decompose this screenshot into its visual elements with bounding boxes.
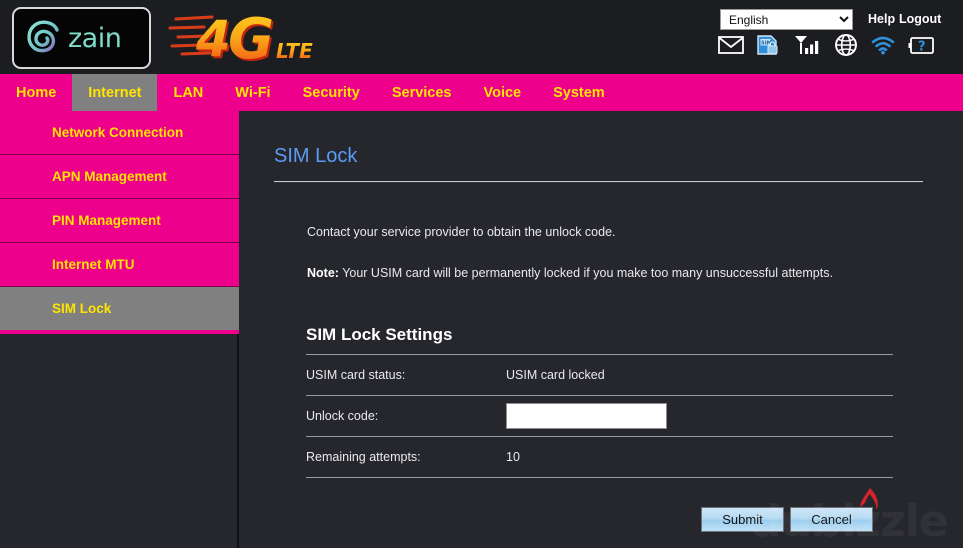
nav-item-security[interactable]: Security xyxy=(287,74,376,111)
4g-lte-logo: 4 4 G G LTE xyxy=(168,7,313,68)
main-content: SIM Lock Contact your service provider t… xyxy=(241,111,963,548)
language-select[interactable]: English xyxy=(720,9,853,30)
zain-wordmark: zain xyxy=(68,22,122,54)
wifi-icon[interactable] xyxy=(870,35,896,55)
nav-item-voice[interactable]: Voice xyxy=(468,74,538,111)
sidebar-item-sim-lock[interactable]: SIM Lock xyxy=(0,287,239,334)
sidebar-item-apn-management[interactable]: APN Management xyxy=(0,155,239,199)
logout-link[interactable]: Logout xyxy=(899,12,941,26)
help-link[interactable]: Help xyxy=(868,12,895,26)
note-label: Note: xyxy=(307,266,339,280)
nav-item-home[interactable]: Home xyxy=(0,74,72,111)
table-row-remaining-attempts: Remaining attempts: 10 xyxy=(306,436,893,478)
usim-status-label: USIM card status: xyxy=(306,368,406,382)
form-actions: Submit Cancel xyxy=(701,507,873,532)
sidebar-item-network-connection[interactable]: Network Connection xyxy=(0,111,239,155)
nav-item-wifi[interactable]: Wi-Fi xyxy=(219,74,286,111)
unlock-code-input[interactable] xyxy=(506,403,667,429)
usim-status-value: USIM card locked xyxy=(506,368,605,382)
unlock-code-label: Unlock code: xyxy=(306,409,379,423)
remaining-attempts-label: Remaining attempts: xyxy=(306,450,421,464)
zain-swirl-logo xyxy=(27,20,59,53)
sim-lock-icon[interactable]: SIM xyxy=(756,34,782,56)
intro-text: Contact your service provider to obtain … xyxy=(307,225,616,239)
signal-bars-icon[interactable] xyxy=(794,34,822,56)
title-divider xyxy=(274,181,923,183)
status-icon-row: SIM ? xyxy=(718,33,935,57)
zain-logo[interactable]: zain xyxy=(12,7,151,69)
page-title: SIM Lock xyxy=(274,145,358,167)
sidebar-item-pin-management[interactable]: PIN Management xyxy=(0,199,239,243)
sidebar: Network Connection APN Management PIN Ma… xyxy=(0,111,239,548)
sim-lock-settings-table: USIM card status: USIM card locked Unloc… xyxy=(306,354,893,478)
svg-text:LTE: LTE xyxy=(276,39,313,63)
sidebar-item-internet-mtu[interactable]: Internet MTU xyxy=(0,243,239,287)
note-text: Note: Your USIM card will be permanently… xyxy=(307,265,833,281)
nav-item-services[interactable]: Services xyxy=(376,74,468,111)
battery-unknown-icon[interactable]: ? xyxy=(908,35,935,56)
unlock-code-cell xyxy=(506,396,893,437)
page-header: zain 4 4 G G LTE English Help Logout SIM… xyxy=(0,0,963,74)
table-row-unlock-code: Unlock code: xyxy=(306,395,893,437)
main-navigation: Home Internet LAN Wi-Fi Security Service… xyxy=(0,74,963,111)
note-body: Your USIM card will be permanently locke… xyxy=(338,266,833,280)
nav-item-internet[interactable]: Internet xyxy=(72,74,158,111)
submit-button[interactable]: Submit xyxy=(701,507,784,532)
globe-icon[interactable] xyxy=(834,33,858,57)
svg-text:4: 4 xyxy=(195,10,231,68)
mail-icon[interactable] xyxy=(718,35,744,55)
router-admin-page: zain 4 4 G G LTE English Help Logout SIM… xyxy=(0,0,963,548)
svg-text:?: ? xyxy=(918,39,926,54)
cancel-button[interactable]: Cancel xyxy=(790,507,873,532)
nav-item-system[interactable]: System xyxy=(537,74,621,111)
table-row-usim-status: USIM card status: USIM card locked xyxy=(306,354,893,396)
section-title: SIM Lock Settings xyxy=(306,325,453,344)
nav-item-lan[interactable]: LAN xyxy=(157,74,219,111)
svg-text:G: G xyxy=(228,7,274,68)
remaining-attempts-value: 10 xyxy=(506,450,520,464)
